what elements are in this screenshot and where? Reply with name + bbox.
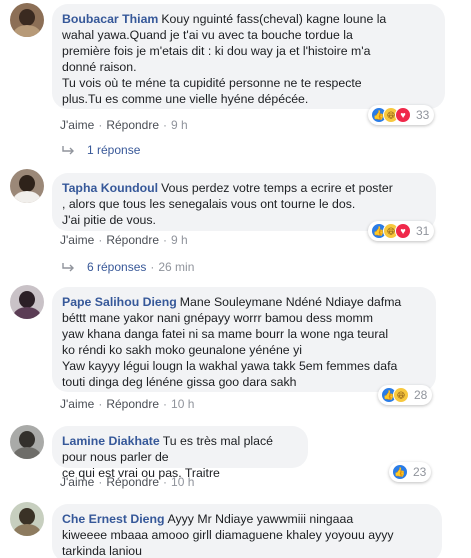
comment-item: Lamine Diakhate Tu es très mal placé pour…	[0, 423, 471, 493]
comment-item: Che Ernest Dieng Ayyy Mr Ndiaye yawwmiii …	[0, 500, 471, 558]
comments-feed: Boubacar Thiam Kouy nguinté fass(cheval) …	[0, 0, 471, 558]
reaction-count: 31	[416, 224, 430, 238]
reaction-count: 33	[416, 108, 430, 122]
comment-actions: J'aime · Répondre · 9 h	[60, 118, 188, 132]
comment-bubble: Boubacar Thiam Kouy nguinté fass(cheval) …	[52, 4, 445, 109]
avatar[interactable]	[10, 425, 44, 459]
avatar[interactable]	[10, 285, 44, 319]
reply-link[interactable]: Répondre	[106, 118, 159, 132]
like-icon: 👍	[392, 464, 408, 480]
haha-icon: 😆	[393, 387, 409, 403]
comment-author[interactable]: Che Ernest Dieng	[62, 512, 165, 526]
comment-actions: J'aime · Répondre · 9 h	[60, 233, 188, 247]
comment-author[interactable]: Lamine Diakhate	[62, 434, 160, 448]
like-link[interactable]: J'aime	[60, 475, 94, 489]
replies-time: 26 min	[158, 260, 195, 274]
reply-link[interactable]: Répondre	[106, 233, 159, 247]
reaction-summary[interactable]: 👍 😆 28	[378, 385, 433, 405]
avatar[interactable]	[10, 3, 44, 37]
comment-actions: J'aime · Répondre · 10 h	[60, 475, 195, 489]
avatar[interactable]	[10, 169, 44, 203]
reaction-count: 23	[413, 465, 427, 479]
comment-time[interactable]: 10 h	[171, 475, 194, 489]
reply-arrow-icon	[62, 145, 76, 155]
comment-actions: J'aime · Répondre · 10 h	[60, 397, 195, 411]
reply-arrow-icon	[62, 262, 76, 272]
reaction-summary[interactable]: 👍 😆 ♥ 33	[368, 105, 435, 125]
reaction-count: 28	[414, 388, 428, 402]
replies-count[interactable]: 1 réponse	[87, 143, 140, 157]
reply-link[interactable]: Répondre	[106, 397, 159, 411]
reply-link[interactable]: Répondre	[106, 475, 159, 489]
view-replies-link[interactable]: 6 réponses · 26 min	[62, 260, 194, 274]
like-link[interactable]: J'aime	[60, 118, 94, 132]
comment-author[interactable]: Pape Salihou Dieng	[62, 295, 177, 309]
comment-text: Kouy nguinté fass(cheval) kagne loune la…	[62, 12, 387, 106]
reaction-summary[interactable]: 👍 23	[389, 462, 432, 482]
view-replies-link[interactable]: 1 réponse	[62, 143, 140, 157]
like-link[interactable]: J'aime	[60, 233, 94, 247]
comment-item: Tapha Koundoul Vous perdez votre temps a …	[0, 165, 471, 275]
comment-time[interactable]: 9 h	[171, 118, 188, 132]
comment-text: Mane Souleymane Ndéné Ndiaye dafma béttt…	[62, 295, 402, 389]
avatar[interactable]	[10, 502, 44, 536]
comment-author[interactable]: Boubacar Thiam	[62, 12, 158, 26]
comment-author[interactable]: Tapha Koundoul	[62, 181, 158, 195]
like-link[interactable]: J'aime	[60, 397, 94, 411]
comment-item: Pape Salihou Dieng Mane Souleymane Ndéné …	[0, 283, 471, 413]
love-icon: ♥	[395, 223, 411, 239]
comment-item: Boubacar Thiam Kouy nguinté fass(cheval) …	[0, 0, 471, 158]
comment-bubble: Che Ernest Dieng Ayyy Mr Ndiaye yawwmiii …	[52, 504, 442, 558]
comment-bubble: Pape Salihou Dieng Mane Souleymane Ndéné …	[52, 287, 436, 392]
comment-time[interactable]: 9 h	[171, 233, 188, 247]
comment-time[interactable]: 10 h	[171, 397, 194, 411]
love-icon: ♥	[395, 107, 411, 123]
reaction-summary[interactable]: 👍 😆 ♥ 31	[368, 221, 435, 241]
comment-bubble: Lamine Diakhate Tu es très mal placé pour…	[52, 426, 308, 480]
replies-count[interactable]: 6 réponses	[87, 260, 146, 274]
